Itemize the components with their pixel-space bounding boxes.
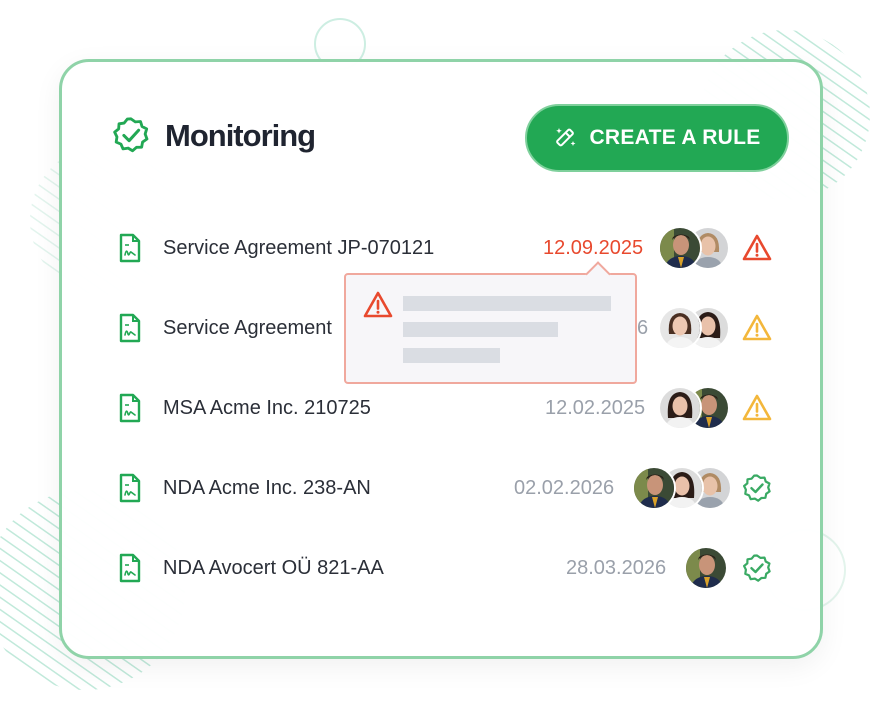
warning-amber-icon xyxy=(742,314,772,341)
verified-badge-icon xyxy=(113,117,149,153)
document-name: NDA Avocert OÜ 821-AA xyxy=(163,557,384,579)
contract-document-icon xyxy=(119,233,141,263)
placeholder-line xyxy=(403,348,500,363)
document-due-date: 28.03.2026 xyxy=(566,557,667,579)
create-rule-button[interactable]: CREATE A RULE xyxy=(525,104,789,172)
man-suit-avatar[interactable] xyxy=(658,226,702,270)
placeholder-line xyxy=(403,322,558,337)
monitoring-card: Monitoring CREATE A RULE Service Agreeme… xyxy=(59,59,823,659)
create-rule-label: CREATE A RULE xyxy=(589,126,761,149)
overdue-tooltip xyxy=(344,261,637,384)
document-row[interactable]: NDA Avocert OÜ 821-AA 28.03.2026 xyxy=(62,538,826,598)
woman-smiling-avatar[interactable] xyxy=(658,306,702,350)
magic-wand-icon xyxy=(556,128,576,147)
contract-document-icon xyxy=(119,473,141,503)
check-badge-icon xyxy=(743,554,771,582)
document-row[interactable]: Service Agreement JP-070121 12.09.2025 xyxy=(62,218,826,278)
document-row[interactable]: NDA Acme Inc. 238-AN 02.02.2026 xyxy=(62,458,826,518)
man-suit-avatar[interactable] xyxy=(684,546,728,590)
document-row[interactable]: MSA Acme Inc. 210725 12.02.2025 xyxy=(62,378,826,438)
contract-document-icon xyxy=(119,393,141,423)
warning-red-icon xyxy=(363,291,393,318)
man-suit-avatar[interactable] xyxy=(632,466,676,510)
contract-document-icon xyxy=(119,313,141,343)
document-due-date: 6 xyxy=(637,317,649,339)
contract-document-icon xyxy=(119,553,141,583)
document-name: MSA Acme Inc. 210725 xyxy=(163,397,371,419)
warning-amber-icon xyxy=(742,394,772,421)
document-name: NDA Acme Inc. 238-AN xyxy=(163,477,371,499)
document-name: Service Agreement xyxy=(163,317,332,339)
placeholder-line xyxy=(403,296,611,311)
monitoring-widget-stage: Monitoring CREATE A RULE Service Agreeme… xyxy=(0,0,884,720)
warning-red-icon xyxy=(742,234,772,261)
check-badge-icon xyxy=(743,474,771,502)
document-name: Service Agreement JP-070121 xyxy=(163,237,435,259)
woman-dark-hair-avatar[interactable] xyxy=(658,386,702,430)
document-due-date: 12.02.2025 xyxy=(545,397,646,419)
document-due-date: 02.02.2026 xyxy=(514,477,615,499)
document-due-date: 12.09.2025 xyxy=(543,237,644,259)
page-title: Monitoring xyxy=(165,118,316,153)
